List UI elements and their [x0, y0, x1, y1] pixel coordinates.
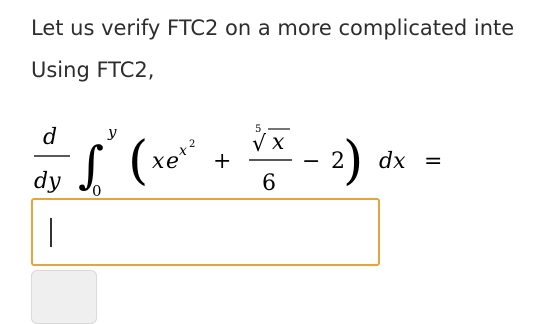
plus-sign: + [213, 149, 231, 174]
differential-dx: dx [379, 149, 406, 174]
derivative-denominator: dy [34, 169, 61, 194]
derivative-numerator: d [43, 125, 57, 150]
close-paren: ) [343, 131, 363, 191]
exponent-2: 2 [189, 139, 195, 150]
problem-text-line-1: Let us verify FTC2 on a more complicated… [31, 16, 515, 40]
equals-sign: = [424, 149, 442, 174]
text-cursor [50, 218, 52, 247]
upper-limit: y [107, 123, 117, 141]
radical-sign: √ [252, 132, 267, 157]
open-paren: ( [128, 131, 148, 191]
exponent-x: x [179, 143, 187, 159]
denominator: 6 [262, 171, 276, 196]
radicand: x [272, 130, 285, 155]
term-x: x [152, 149, 165, 174]
term-e: e [166, 149, 179, 174]
problem-text-line-2: Using FTC2, [31, 58, 155, 82]
answer-input[interactable] [31, 198, 380, 266]
integral-formula: d dy ∫ y 0 ( x e x 2 + 5 √ x 6 − 2 ) dx … [34, 123, 442, 200]
minus-sign: − [302, 149, 320, 174]
submit-button[interactable] [31, 270, 97, 324]
